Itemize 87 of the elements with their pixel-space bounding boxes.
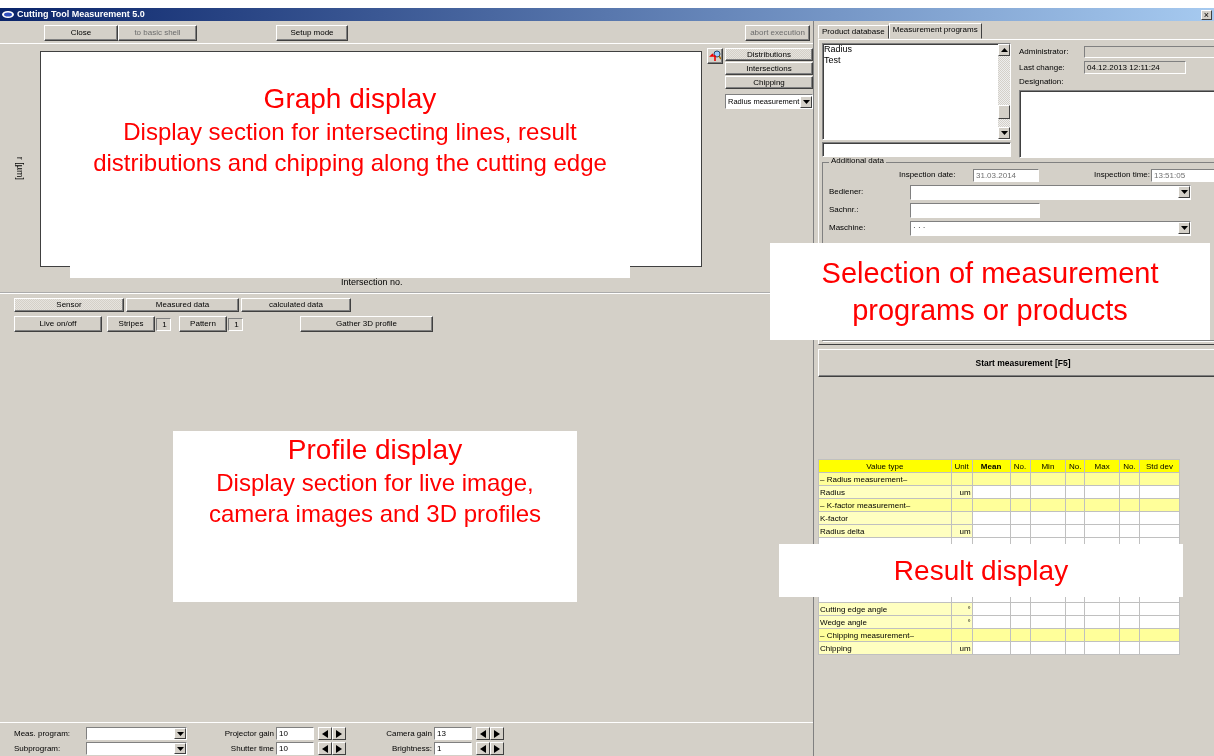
designation-field[interactable] [1019, 89, 1214, 158]
number-field[interactable]: 10 [276, 742, 314, 755]
field-label: Inspection date: [899, 170, 957, 180]
toolbar-button[interactable]: Setup mode [276, 25, 348, 41]
decrease-button[interactable] [476, 742, 490, 755]
increase-button[interactable] [490, 742, 504, 755]
column-header: Mean [972, 459, 1011, 473]
field-label: Subprogram: [14, 743, 62, 754]
view-button[interactable]: Chipping [725, 76, 813, 89]
field-label: Sachnr.: [829, 205, 860, 215]
increase-button[interactable] [490, 727, 504, 740]
group-title: Additional data [829, 156, 886, 165]
field-label: Brightness: [390, 743, 433, 754]
view-button[interactable]: Intersections [725, 62, 813, 75]
combo-field[interactable]: · · · [910, 220, 1191, 236]
axis-label: Intersection no. [341, 277, 403, 288]
caret-icon [1180, 190, 1188, 195]
field-label: Maschine: [829, 223, 867, 233]
annotation-text: Display section for live image, camera images and 3D profiles [207, 467, 543, 529]
up-arrow-icon [1000, 48, 1008, 52]
down-arrow-icon [1000, 131, 1008, 135]
magnifier-arrow-icon [709, 50, 721, 62]
annotation-text: Display section for intersecting lines, result distributions and chipping along the cutting edge [92, 116, 608, 178]
last-change-field: 04.12.2013 12:11:24 [1084, 61, 1186, 74]
list-item[interactable]: Radius [824, 44, 997, 55]
time-field[interactable]: 13:51:05 [1151, 168, 1214, 182]
tab[interactable]: Measured data [126, 298, 239, 312]
control-button[interactable]: Gather 3D profile [300, 316, 433, 332]
decrease-button[interactable] [318, 742, 332, 755]
caret-icon [176, 746, 184, 751]
increase-button[interactable] [332, 742, 346, 755]
caret-icon [1180, 226, 1188, 231]
column-header: Value type [818, 459, 952, 473]
scrollbar[interactable] [998, 44, 1010, 139]
decrease-button[interactable] [318, 727, 332, 740]
search-field[interactable] [822, 142, 1011, 157]
scroll-thumb[interactable] [998, 105, 1010, 119]
number-field[interactable]: 1 [434, 742, 472, 755]
list-item[interactable]: Test [824, 54, 997, 66]
annotation-title: Result display [892, 553, 1070, 588]
axis-label: r [µm] [14, 156, 26, 180]
text-field[interactable] [910, 202, 1040, 218]
zoom-reset-button[interactable] [707, 48, 723, 64]
app-icon [2, 11, 14, 18]
field-label: Shutter time [229, 743, 275, 754]
number-field[interactable]: 13 [434, 727, 472, 740]
caret-icon [802, 99, 810, 104]
tab[interactable]: calculated data [241, 298, 351, 312]
program-list[interactable]: Radius Test [822, 43, 1011, 140]
field-label: Designation: [1019, 77, 1065, 87]
select-field[interactable] [86, 727, 187, 740]
annotation-title: Graph display [262, 82, 438, 116]
caret-icon [176, 731, 184, 736]
start-button[interactable]: Start measurement [F5] [818, 349, 1214, 377]
control-button[interactable]: Pattern [179, 316, 227, 332]
column-header: Std dev [1139, 459, 1180, 473]
tab[interactable]: Measurement programs [888, 23, 982, 39]
select-field[interactable] [86, 742, 187, 755]
date-field[interactable]: 31.03.2014 [973, 168, 1039, 182]
column-header: Min [1030, 459, 1066, 473]
field-label: Meas. program: [14, 728, 72, 739]
counter-field[interactable]: 1 [156, 317, 171, 331]
unit-cell: um [951, 524, 973, 538]
field-label: Projector gain [223, 728, 275, 739]
view-button[interactable]: Distributions [725, 48, 813, 61]
toolbar-button[interactable]: Close [44, 25, 118, 41]
column-header: Max [1084, 459, 1120, 473]
close-button[interactable]: × [1201, 9, 1212, 20]
window-title: Cutting Tool Measurement 5.0 [17, 9, 145, 20]
number-field[interactable]: 10 [276, 727, 314, 740]
field-label: Bediener: [829, 187, 865, 197]
combo-field[interactable] [910, 184, 1191, 200]
field-label: Inspection time: [1092, 170, 1151, 180]
control-button[interactable]: Stripes [107, 316, 155, 332]
tab[interactable]: Product database [818, 25, 889, 39]
annotation-title: Profile display [286, 433, 464, 467]
column-header: Unit [951, 459, 973, 473]
unit-cell: ° [951, 602, 973, 616]
annotation-title: Selection of measurement programs or products [820, 256, 1160, 328]
control-button[interactable]: Live on/off [14, 316, 102, 332]
counter-field[interactable]: 1 [228, 317, 243, 331]
increase-button[interactable] [332, 727, 346, 740]
tab[interactable]: Sensor [14, 298, 124, 312]
field-label: Camera gain [385, 728, 433, 739]
field-label: Last change: [1019, 62, 1066, 73]
decrease-button[interactable] [476, 727, 490, 740]
field-label: Administrator: [1019, 47, 1070, 57]
